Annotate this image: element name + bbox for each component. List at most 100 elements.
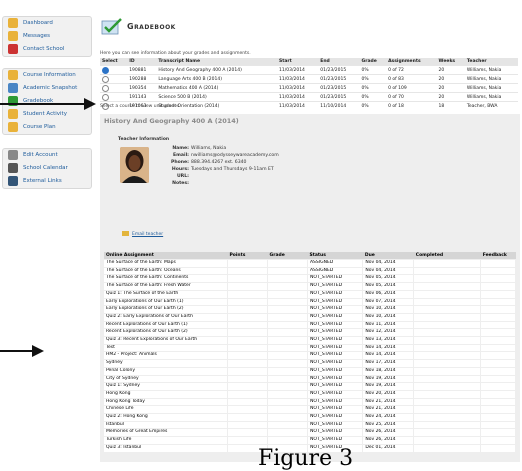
course-row[interactable]: 190354 Mathematics 400 A (2014) 11/03/2014… <box>100 83 518 93</box>
assignment-cell <box>227 428 269 437</box>
course-row[interactable]: 190288 Language Arts 400 B (2014) 11/03/20… <box>100 74 518 84</box>
assignment-cell: NOT_STARTED <box>307 297 364 306</box>
assignment-row: The Surface of the Earth: Maps ASSIGNED No… <box>104 259 516 268</box>
assignment-row: Recent Explorations of Our Earth (2) NOT_… <box>104 328 516 337</box>
sidebar-item-gradebook[interactable]: Gradebook <box>3 95 91 108</box>
assignment-cell: Memories of Great Empires <box>104 428 228 437</box>
teacher-field: Notes: <box>148 180 279 187</box>
teacher-avatar <box>120 147 149 183</box>
dashboard-icon <box>8 18 18 28</box>
course-col-header: Start <box>276 58 319 66</box>
email-teacher-link[interactable]: Email teacher <box>122 231 163 237</box>
assignment-col-header: Online Assignment <box>104 252 228 260</box>
course-radio[interactable] <box>102 84 109 92</box>
assignment-cell <box>413 266 482 275</box>
envelope-icon <box>122 231 129 236</box>
account-icon <box>8 150 18 160</box>
sidebar-item-contact-school[interactable]: Contact School <box>3 43 91 56</box>
assignment-row: The Surface of the Earth: Fresh Water NOT… <box>104 282 516 291</box>
sidebar-item-student-activity[interactable]: Student Activity <box>3 108 91 121</box>
assignment-cell: NOT_STARTED <box>307 359 364 368</box>
sidebar-item-course-plan[interactable]: Course Plan <box>3 121 91 134</box>
assignment-cell: Nov 10, 2014 <box>362 305 415 314</box>
assignment-cell <box>480 389 516 399</box>
course-select-cell[interactable] <box>100 83 128 93</box>
assignment-cell <box>227 336 269 345</box>
assignment-cell: NOT_STARTED <box>307 374 364 383</box>
plan-icon <box>8 122 18 132</box>
course-id: 190354 <box>127 83 157 93</box>
assignment-cell: NOT_STARTED <box>307 343 364 352</box>
assignment-cell: Istanbul <box>104 420 228 429</box>
sidebar-item-external-links[interactable]: External Links <box>3 175 91 188</box>
course-assignments: 0 of 70 <box>386 92 437 102</box>
sidebar: Dashboard Messages Contact School Course I… <box>0 0 92 462</box>
assignment-cell: Nov 21, 2014 <box>362 405 415 414</box>
assignment-cell: Nov 10, 2014 <box>362 312 415 322</box>
course-select-cell[interactable] <box>100 74 128 84</box>
course-weeks: 20 <box>436 83 465 93</box>
sidebar-item-edit-account[interactable]: Edit Account <box>3 149 91 162</box>
course-select-cell[interactable] <box>100 65 128 75</box>
course-start: 11/03/2014 <box>276 83 319 93</box>
sidebar-item-course-information[interactable]: Course Information <box>3 69 91 82</box>
assignment-cell <box>413 389 482 399</box>
teacher-info-label: Teacher Information <box>118 137 170 142</box>
sidebar-item-label: School Calendar <box>23 165 68 171</box>
snapshot-icon <box>8 83 18 93</box>
course-grade: 0% <box>359 74 387 84</box>
course-radio[interactable] <box>102 75 109 83</box>
course-end: 11/10/2014 <box>318 101 360 110</box>
sidebar-item-messages[interactable]: Messages <box>3 30 91 43</box>
assignment-cell: NOT_STARTED <box>307 282 364 291</box>
assignment-cell <box>267 382 308 391</box>
assignment-cell: Nov 26, 2014 <box>362 428 415 437</box>
assignment-cell: ASSIGNED <box>307 259 364 268</box>
assignment-cell: NOT_STARTED <box>307 428 364 437</box>
course-assignments: 0 of 72 <box>386 65 437 75</box>
course-row[interactable]: 191143 Science 500 B (2014) 11/03/2014 01/2… <box>100 92 518 102</box>
sidebar-item-academic-snapshot[interactable]: Academic Snapshot <box>3 82 91 95</box>
assignment-cell <box>480 405 516 414</box>
course-select-cell[interactable] <box>100 92 128 102</box>
assignment-cell: Nov 04, 2014 <box>362 266 415 275</box>
assignment-cell: NOT_STARTED <box>307 289 364 299</box>
assignment-cell <box>480 312 516 322</box>
assignment-row: Penal Colony NOT_STARTED Nov 18, 2014 <box>104 366 516 376</box>
sidebar-item-label: Academic Snapshot <box>23 85 78 91</box>
assignment-row: The Surface of the Earth: Oceans ASSIGNED… <box>104 266 516 275</box>
assignment-cell: HM2 - Project: Animals <box>104 351 228 360</box>
assignment-cell <box>413 443 482 452</box>
sidebar-group-academics: Course Information Academic Snapshot Grade… <box>2 68 92 135</box>
assignment-cell <box>413 382 482 391</box>
course-row[interactable]: 190881 History And Geography 400 A (2014)… <box>100 65 518 75</box>
assignment-cell <box>480 351 516 360</box>
course-start: 11/03/2014 <box>276 65 319 75</box>
sidebar-item-label: Student Activity <box>23 111 67 117</box>
course-name: Language Arts 400 B (2014) <box>156 74 277 84</box>
assignment-cell: NOT_STARTED <box>307 413 364 422</box>
course-radio[interactable] <box>102 66 109 74</box>
assignment-cell: NOT_STARTED <box>307 420 364 429</box>
sidebar-item-label: Course Information <box>23 72 76 78</box>
course-radio[interactable] <box>102 93 109 101</box>
teacher-field-key: Notes: <box>172 181 189 186</box>
sidebar-item-school-calendar[interactable]: School Calendar <box>3 162 91 175</box>
assignment-cell <box>413 420 482 429</box>
assignment-cell: The Surface of the Earth: Fresh Water <box>104 282 228 291</box>
course-teacher: Williams, Nakia <box>464 74 518 84</box>
assignment-cell: Hong Kong <box>104 389 228 399</box>
course-end: 01/23/2015 <box>318 74 360 84</box>
course-name: History And Geography 400 A (2014) <box>156 65 277 75</box>
assignment-cell <box>480 382 516 391</box>
sidebar-item-label: Dashboard <box>23 20 53 26</box>
teacher-field-value: 888.394.4267 ext. 6340 <box>191 160 247 165</box>
sidebar-item-dashboard[interactable]: Dashboard <box>3 17 91 30</box>
assignment-cell <box>413 336 482 345</box>
assignment-cell <box>413 259 482 268</box>
messages-icon <box>8 31 18 41</box>
assignment-cell <box>227 259 269 268</box>
assignment-cell <box>480 413 516 422</box>
assignment-cell <box>227 266 269 275</box>
assignment-cell <box>413 351 482 360</box>
